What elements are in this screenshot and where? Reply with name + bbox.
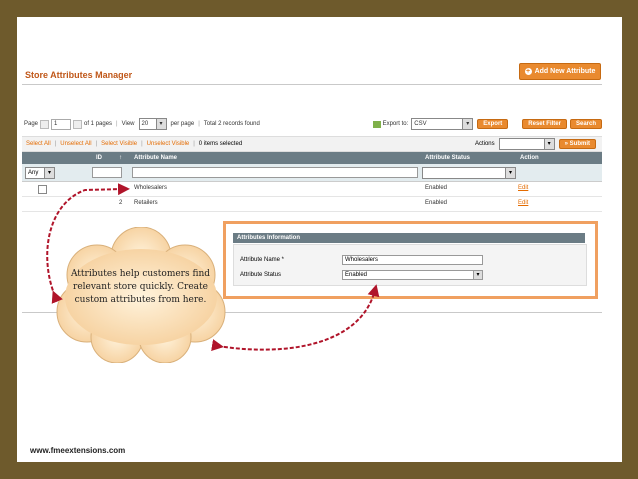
sort-arrow-icon: ↑ (119, 155, 122, 161)
chevron-down-icon: ▾ (155, 119, 166, 129)
filter-any-value: Any (28, 170, 39, 176)
row-name: Wholesalers (134, 185, 168, 191)
per-page-text: per page (170, 121, 195, 127)
attribute-status-label: Attribute Status (240, 272, 282, 278)
panel-header: Attributes Information (233, 233, 585, 243)
filter-id-input[interactable] (92, 167, 122, 178)
header-attribute-name[interactable]: Attribute Name (134, 155, 177, 161)
chevron-down-icon: ▾ (543, 139, 554, 149)
export-button[interactable]: Export (477, 119, 509, 129)
grid-filter-row: Any ▾ ▾ (22, 164, 602, 182)
massaction-bar: Select All | Unselect All | Select Visib… (22, 136, 602, 152)
header-action: Action (520, 155, 539, 161)
filter-name-input[interactable] (132, 167, 418, 178)
export-label: Export to: (382, 121, 409, 127)
reset-filter-button[interactable]: Reset Filter (522, 119, 567, 129)
chevron-down-icon: ▾ (505, 168, 515, 178)
row-checkbox[interactable] (38, 185, 47, 194)
row-edit-link[interactable]: Edit (518, 200, 528, 206)
header-id[interactable]: ID (96, 155, 102, 161)
page-label: Page (24, 121, 39, 127)
row-status: Enabled (425, 200, 448, 206)
row-id: 1 (119, 185, 123, 191)
search-button[interactable]: Search (569, 119, 602, 129)
select-all-link[interactable]: Select All (26, 141, 51, 147)
attributes-grid: ID ↑ Attribute Name Attribute Status Act… (22, 152, 602, 212)
next-page-arrow-icon[interactable] (73, 119, 83, 129)
chevron-down-icon: ▾ (462, 119, 473, 129)
unselect-visible-link[interactable]: Unselect Visible (147, 141, 190, 147)
unselect-all-link[interactable]: Unselect All (60, 141, 91, 147)
grid-header: ID ↑ Attribute Name Attribute Status Act… (22, 152, 602, 164)
page-title: Store Attributes Manager (25, 70, 133, 80)
pager-bar: Page 1 of 1 pages | View 20 ▾ per page | … (24, 117, 602, 131)
row-id: 2 (119, 200, 123, 206)
total-records-text: Total 2 records found (203, 121, 260, 127)
add-new-attribute-button[interactable]: + Add New Attribute (519, 63, 601, 80)
view-value: 20 (141, 121, 149, 127)
prev-page-arrow-icon[interactable] (40, 119, 50, 129)
row-edit-link[interactable]: Edit (518, 185, 528, 191)
plus-icon: + (524, 68, 532, 75)
footer-url: www.fmeextensions.com (30, 446, 126, 455)
of-pages-text: of 1 pages (84, 121, 113, 127)
panel-body: Attribute Name * Wholesalers Attribute S… (233, 244, 587, 286)
export-icon (372, 120, 381, 128)
attribute-name-label: Attribute Name * (240, 257, 285, 263)
filter-status-select[interactable]: ▾ (422, 167, 516, 179)
filter-any-select[interactable]: Any ▾ (25, 167, 55, 179)
separator: | (198, 121, 200, 127)
submit-button[interactable]: » Submit (558, 139, 596, 149)
export-format-select[interactable]: CSV ▾ (411, 118, 474, 130)
actions-select[interactable]: ▾ (498, 138, 555, 150)
export-format-value: CSV (414, 121, 427, 127)
view-label: View (121, 121, 135, 127)
add-button-label: Add New Attribute (534, 68, 596, 75)
header-attribute-status[interactable]: Attribute Status (425, 155, 470, 161)
chevron-down-icon: ▾ (44, 168, 54, 178)
title-divider (22, 84, 602, 85)
attributes-information-panel: Attributes Information Attribute Name * … (223, 221, 598, 299)
callout-text: Attributes help customers find relevant … (70, 269, 211, 305)
attribute-status-value: Enabled (345, 272, 368, 278)
table-row[interactable]: 2 Retailers Enabled Edit (22, 197, 602, 212)
attribute-status-select[interactable]: Enabled ▾ (342, 270, 483, 280)
attribute-name-input[interactable]: Wholesalers (342, 255, 483, 265)
row-status: Enabled (425, 185, 448, 191)
chevron-down-icon: ▾ (473, 271, 482, 279)
submit-label: Submit (569, 141, 590, 147)
items-selected-text: 0 items selected (198, 141, 243, 147)
view-select[interactable]: 20 ▾ (138, 118, 167, 130)
table-row[interactable]: 1 Wholesalers Enabled Edit (22, 182, 602, 197)
page-number-input[interactable]: 1 (51, 118, 72, 130)
actions-label: Actions (474, 141, 495, 147)
select-visible-link[interactable]: Select Visible (101, 141, 137, 147)
row-name: Retailers (134, 200, 158, 206)
separator: | (116, 121, 118, 127)
